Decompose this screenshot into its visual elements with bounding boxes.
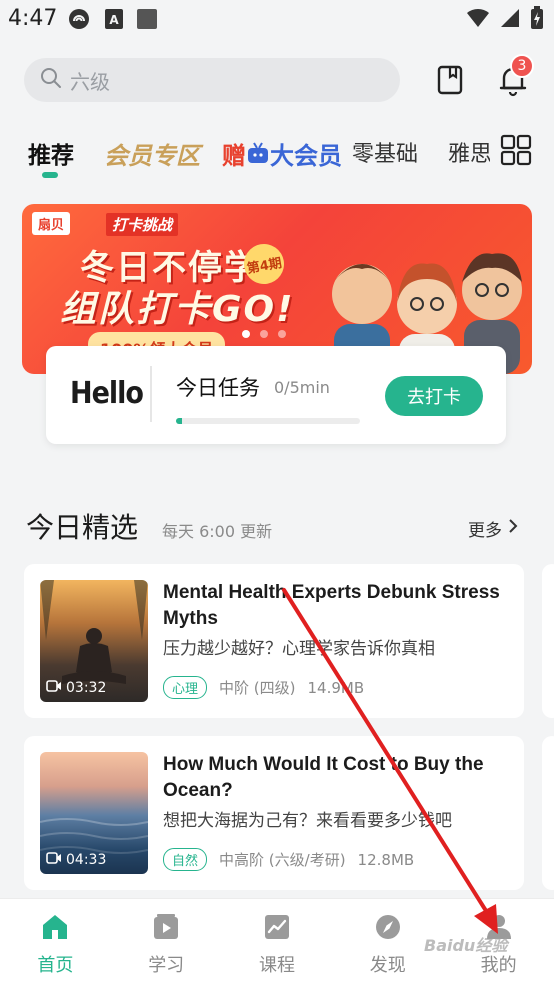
notification-a-icon: A bbox=[104, 8, 124, 34]
next-card-peek bbox=[542, 564, 554, 718]
banner-subtitle: 打卡挑战 bbox=[106, 213, 179, 236]
nav-label: 学习 bbox=[148, 955, 185, 976]
video-icon bbox=[46, 852, 62, 868]
tab-ielts[interactable]: 雅思 bbox=[448, 136, 490, 168]
notification-square-icon bbox=[136, 8, 158, 34]
tab-gift-prefix: 赠 bbox=[222, 142, 246, 170]
next-card-peek bbox=[542, 736, 554, 890]
card-tag: 心理 bbox=[163, 676, 208, 699]
card-thumbnail: 04:33 bbox=[40, 752, 148, 874]
wordbook-icon[interactable] bbox=[434, 64, 466, 96]
article-card[interactable]: 03:32 Mental Health Experts Debunk Stres… bbox=[24, 564, 524, 718]
banner-pagination bbox=[242, 330, 286, 338]
grid-menu-icon[interactable] bbox=[500, 134, 532, 166]
video-icon bbox=[46, 680, 62, 696]
task-progress-fill bbox=[176, 418, 182, 424]
section-subtitle: 每天 6:00 更新 bbox=[162, 522, 273, 541]
more-link[interactable]: 更多 bbox=[468, 516, 518, 541]
card-tag: 自然 bbox=[163, 848, 208, 871]
task-divider bbox=[150, 366, 152, 422]
nav-label: 发现 bbox=[369, 955, 406, 976]
home-icon bbox=[40, 913, 70, 945]
compass-icon bbox=[373, 913, 403, 945]
card-level: 中阶 (四级) bbox=[219, 679, 296, 697]
task-progress-bar bbox=[176, 418, 360, 424]
tab-vip-zone[interactable]: 会员专区 bbox=[104, 136, 200, 171]
card-duration: 03:32 bbox=[46, 680, 106, 696]
card-meta: 心理 中阶 (四级) 14.9MB bbox=[163, 676, 364, 699]
search-input[interactable]: 六级 bbox=[24, 58, 400, 102]
task-title: 今日任务 bbox=[176, 376, 260, 400]
section-title: 今日精选 bbox=[26, 511, 139, 544]
search-placeholder: 六级 bbox=[70, 69, 110, 94]
daily-task-card: Hello 今日任务 0/5min 去打卡 bbox=[46, 346, 506, 444]
svg-text:A: A bbox=[109, 13, 119, 27]
hotspot-icon bbox=[68, 8, 90, 34]
watermark: Baidu经验 bbox=[424, 936, 508, 955]
tab-beginner[interactable]: 零基础 bbox=[352, 136, 418, 168]
card-subtitle: 压力越少越好？心理学家告诉你真相 bbox=[163, 639, 435, 659]
nav-courses[interactable]: 课程 bbox=[222, 899, 333, 984]
checkin-button[interactable]: 去打卡 bbox=[385, 376, 483, 416]
card-level: 中高阶 (六级/考研) bbox=[219, 851, 346, 869]
card-title: Mental Health Experts Debunk Stress Myth… bbox=[163, 582, 500, 629]
card-size: 12.8MB bbox=[357, 850, 415, 869]
tab-active-indicator bbox=[42, 172, 58, 178]
tab-gift-vip[interactable]: 赠大会员 bbox=[222, 136, 342, 171]
category-tabs: 推荐 会员专区 赠大会员 零基础 雅思 bbox=[0, 130, 490, 180]
banner-logo: 扇贝 bbox=[32, 212, 71, 235]
card-meta: 自然 中高阶 (六级/考研) 12.8MB bbox=[163, 848, 414, 871]
nav-study[interactable]: 学习 bbox=[111, 899, 222, 984]
notification-badge: 3 bbox=[510, 54, 534, 78]
card-title: How Much Would It Cost to Buy the Ocean? bbox=[163, 754, 484, 801]
card-size: 14.9MB bbox=[307, 678, 365, 697]
nav-label: 首页 bbox=[37, 955, 74, 976]
tab-recommend[interactable]: 推荐 bbox=[28, 136, 74, 170]
banner-dot bbox=[260, 330, 268, 338]
duration-text: 03:32 bbox=[66, 680, 107, 696]
duration-text: 04:33 bbox=[66, 852, 107, 868]
banner-dot bbox=[242, 330, 250, 338]
signal-icon bbox=[500, 8, 520, 32]
nav-home[interactable]: 首页 bbox=[0, 899, 111, 984]
tab-gift-label: 大会员 bbox=[270, 142, 342, 170]
chart-icon bbox=[262, 913, 292, 945]
status-time: 4:47 bbox=[8, 6, 58, 31]
wifi-icon bbox=[466, 8, 490, 32]
tv-icon bbox=[246, 142, 270, 170]
card-thumbnail: 03:32 bbox=[40, 580, 148, 702]
hello-logo: Hello bbox=[70, 376, 144, 411]
search-icon bbox=[40, 67, 62, 93]
article-card[interactable]: 04:33 How Much Would It Cost to Buy the … bbox=[24, 736, 524, 890]
banner-title-line2: 组队打卡GO! bbox=[60, 289, 295, 330]
nav-label: 课程 bbox=[258, 955, 295, 976]
play-icon bbox=[151, 913, 181, 945]
battery-icon bbox=[530, 6, 544, 34]
banner-dot bbox=[278, 330, 286, 338]
more-label: 更多 bbox=[468, 521, 502, 541]
status-bar: 4:47 A bbox=[0, 0, 554, 40]
chevron-right-icon bbox=[508, 518, 518, 539]
card-subtitle: 想把大海据为己有？来看看要多少钱吧 bbox=[163, 811, 452, 831]
status-right bbox=[466, 6, 544, 34]
card-duration: 04:33 bbox=[46, 852, 106, 868]
task-progress-text: 0/5min bbox=[274, 378, 330, 397]
